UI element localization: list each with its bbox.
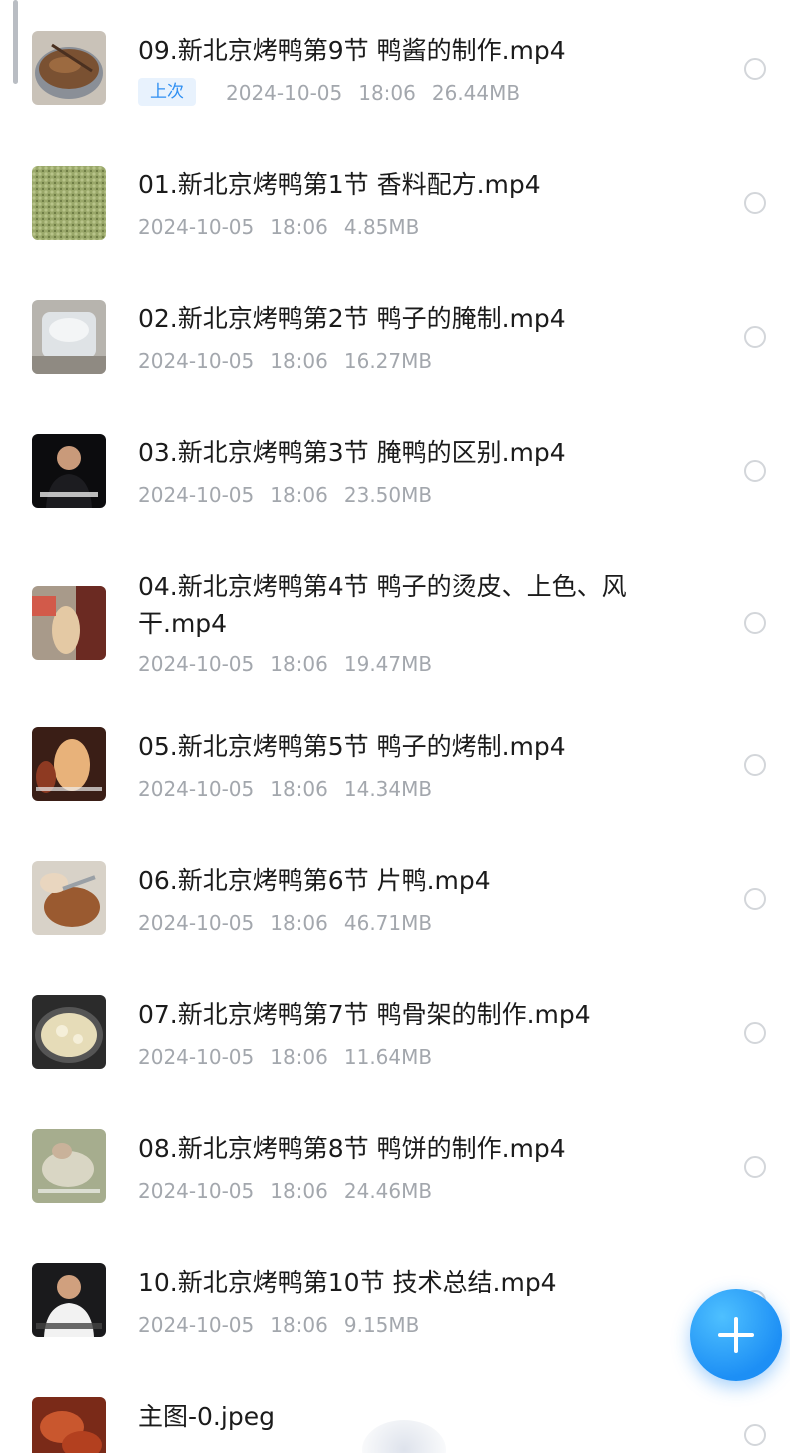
file-row[interactable]: 10.新北京烤鸭第10节 技术总结.mp4 2024-10-05 18:06 9.1… <box>0 1232 790 1352</box>
file-time: 18:06 <box>270 1045 328 1069</box>
file-time: 18:06 <box>270 1179 328 1203</box>
file-row[interactable]: 03.新北京烤鸭第3节 腌鸭的区别.mp4 2024-10-05 18:06 23.… <box>0 402 790 522</box>
file-meta: 2024-10-05 18:06 11.64MB <box>138 1042 432 1072</box>
file-date: 2024-10-05 <box>138 1179 255 1203</box>
file-row[interactable]: 05.新北京烤鸭第5节 鸭子的烤制.mp4 2024-10-05 18:06 14.… <box>0 696 790 816</box>
file-size: 23.50MB <box>343 483 433 507</box>
chef-summary-thumbnail <box>32 1263 106 1337</box>
select-radio[interactable] <box>744 888 766 910</box>
select-radio[interactable] <box>744 1156 766 1178</box>
file-size: 14.34MB <box>343 777 433 801</box>
file-name: 05.新北京烤鸭第5节 鸭子的烤制.mp4 <box>138 732 566 761</box>
file-meta: 2024-10-05 18:06 14.34MB <box>138 774 432 804</box>
select-radio[interactable] <box>744 460 766 482</box>
file-date: 2024-10-05 <box>138 652 255 676</box>
file-time: 18:06 <box>270 349 328 373</box>
marinade-bowl-thumbnail <box>32 300 106 374</box>
file-date: 2024-10-05 <box>138 777 255 801</box>
select-radio[interactable] <box>744 1424 766 1446</box>
file-time: 18:06 <box>270 777 328 801</box>
file-date: 2024-10-05 <box>226 81 343 105</box>
slicing-duck-thumbnail <box>32 861 106 935</box>
file-time: 18:06 <box>270 483 328 507</box>
file-name: 06.新北京烤鸭第6节 片鸭.mp4 <box>138 866 491 895</box>
file-time: 18:06 <box>270 652 328 676</box>
file-size: 46.71MB <box>343 911 433 935</box>
file-row[interactable]: 07.新北京烤鸭第7节 鸭骨架的制作.mp4 2024-10-05 18:06 11… <box>0 964 790 1084</box>
select-radio[interactable] <box>744 754 766 776</box>
roasted-duck-thumbnail <box>32 727 106 801</box>
file-meta: 2024-10-05 18:06 4.85MB <box>138 212 419 242</box>
file-name: 02.新北京烤鸭第2节 鸭子的腌制.mp4 <box>138 304 566 333</box>
frying-pot-thumbnail <box>32 995 106 1069</box>
file-size: 4.85MB <box>343 215 420 239</box>
file-meta: 2024-10-05 18:06 23.50MB <box>138 480 432 510</box>
file-time: 18:06 <box>270 1313 328 1337</box>
file-date: 2024-10-05 <box>138 1313 255 1337</box>
file-date: 2024-10-05 <box>138 215 255 239</box>
file-time: 18:06 <box>358 81 416 105</box>
presenter-thumbnail <box>32 434 106 508</box>
file-row[interactable]: 09.新北京烤鸭第9节 鸭酱的制作.mp4 上次 2024-10-05 18:06 2… <box>0 0 790 120</box>
pancake-dough-thumbnail <box>32 1129 106 1203</box>
file-name: 10.新北京烤鸭第10节 技术总结.mp4 <box>138 1268 557 1297</box>
hanging-duck-thumbnail <box>32 586 106 660</box>
add-button[interactable] <box>690 1289 782 1381</box>
file-size: 26.44MB <box>431 81 521 105</box>
file-size: 11.64MB <box>343 1045 433 1069</box>
file-time: 18:06 <box>270 215 328 239</box>
file-meta: 2024-10-05 18:06 46.71MB <box>138 908 432 938</box>
file-name: 03.新北京烤鸭第3节 腌鸭的区别.mp4 <box>138 438 566 467</box>
select-radio[interactable] <box>744 1022 766 1044</box>
file-size: 16.27MB <box>343 349 433 373</box>
file-name: 07.新北京烤鸭第7节 鸭骨架的制作.mp4 <box>138 1000 591 1029</box>
file-meta: 2024-10-05 18:06 24.46MB <box>138 1176 432 1206</box>
file-row[interactable]: 01.新北京烤鸭第1节 香料配方.mp4 2024-10-05 18:06 4.85… <box>0 134 790 254</box>
file-meta: 2024-10-05 18:06 9.15MB <box>138 1310 419 1340</box>
file-size: 24.46MB <box>343 1179 433 1203</box>
file-time: 18:06 <box>270 911 328 935</box>
select-radio[interactable] <box>744 612 766 634</box>
file-date: 2024-10-05 <box>138 911 255 935</box>
file-date: 2024-10-05 <box>138 1045 255 1069</box>
spices-thumbnail <box>32 166 106 240</box>
file-size: 19.47MB <box>343 652 433 676</box>
duck-main-image-thumbnail <box>32 1397 106 1453</box>
file-row[interactable]: 02.新北京烤鸭第2节 鸭子的腌制.mp4 2024-10-05 18:06 16.… <box>0 268 790 388</box>
sauce-pot-thumbnail <box>32 31 106 105</box>
file-meta: 2024-10-05 18:06 16.27MB <box>138 346 432 376</box>
select-radio[interactable] <box>744 58 766 80</box>
file-name: 04.新北京烤鸭第4节 鸭子的烫皮、上色、风干.mp4 <box>138 572 627 638</box>
file-size: 9.15MB <box>343 1313 420 1337</box>
file-date: 2024-10-05 <box>138 349 255 373</box>
file-row[interactable]: 08.新北京烤鸭第8节 鸭饼的制作.mp4 2024-10-05 18:06 24.… <box>0 1098 790 1218</box>
select-radio[interactable] <box>744 326 766 348</box>
file-name: 08.新北京烤鸭第8节 鸭饼的制作.mp4 <box>138 1134 566 1163</box>
file-browser-screen: 09.新北京烤鸭第9节 鸭酱的制作.mp4 上次 2024-10-05 18:06 2… <box>0 0 790 1453</box>
file-row[interactable]: 06.新北京烤鸭第6节 片鸭.mp4 2024-10-05 18:06 46.71M… <box>0 830 790 950</box>
select-radio[interactable] <box>744 192 766 214</box>
file-name: 09.新北京烤鸭第9节 鸭酱的制作.mp4 <box>138 36 566 65</box>
file-meta: 2024-10-05 18:06 19.47MB <box>138 649 432 679</box>
file-date: 2024-10-05 <box>138 483 255 507</box>
file-row[interactable]: 04.新北京烤鸭第4节 鸭子的烫皮、上色、风干.mp4 2024-10-05 18… <box>0 552 790 702</box>
file-meta: 上次 2024-10-05 18:06 26.44MB <box>138 78 520 108</box>
file-name: 01.新北京烤鸭第1节 香料配方.mp4 <box>138 170 541 199</box>
last-played-badge: 上次 <box>138 78 196 106</box>
